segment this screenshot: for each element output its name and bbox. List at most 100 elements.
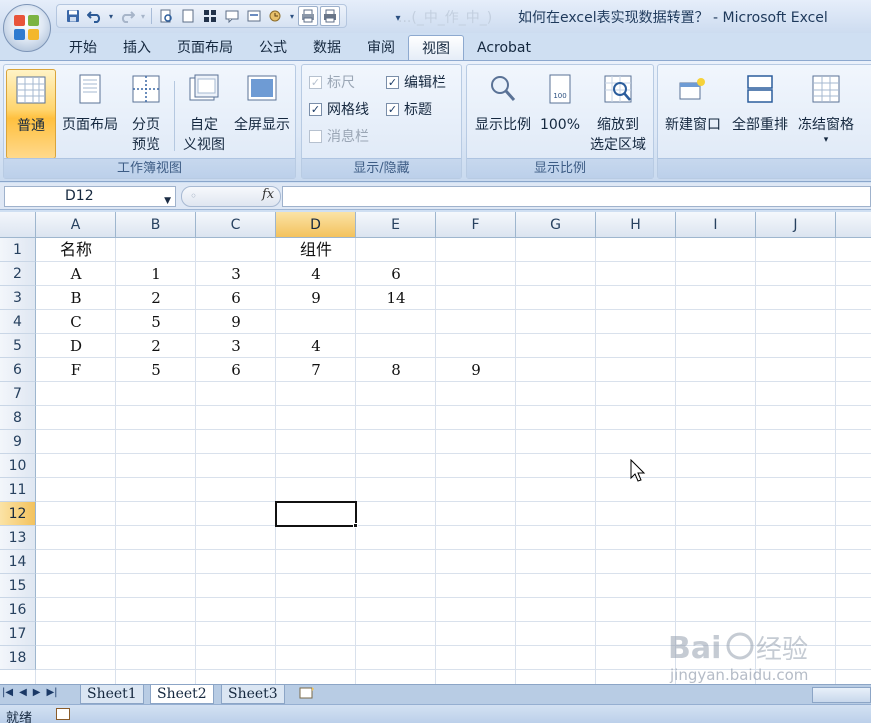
cell-d6[interactable]: 7 [276,358,356,382]
insert-sheet-icon[interactable] [296,686,318,703]
column-header-e[interactable]: E [356,212,436,238]
row-header-15[interactable]: 15 [0,574,36,598]
select-all-corner[interactable] [0,212,36,238]
row-header-5[interactable]: 5 [0,334,36,358]
new-icon[interactable] [178,6,198,26]
row-header-13[interactable]: 13 [0,526,36,550]
undo-icon[interactable] [85,6,105,26]
cell-f6[interactable]: 9 [436,358,516,382]
cell-d3[interactable]: 9 [276,286,356,310]
message-bar-checkbox[interactable]: 消息栏 [309,126,369,146]
cell-b4[interactable]: 5 [116,310,196,334]
tab-formulas[interactable]: 公式 [246,35,300,61]
cell-b5[interactable]: 2 [116,334,196,358]
cell-c5[interactable]: 3 [196,334,276,358]
row-header-6[interactable]: 6 [0,358,36,382]
headings-checkbox[interactable]: ✓ 标题 [386,99,432,119]
macro-icon[interactable] [266,6,286,26]
page-break-preview-button[interactable]: 分页 预览 [124,69,168,155]
row-header-3[interactable]: 3 [0,286,36,310]
redo-dropdown-icon[interactable]: ▾ [139,6,147,26]
column-header-j[interactable]: J [756,212,836,238]
formula-bar-checkbox[interactable]: ✓ 编辑栏 [386,72,446,92]
row-header-10[interactable]: 10 [0,454,36,478]
column-header-h[interactable]: H [596,212,676,238]
row-header-11[interactable]: 11 [0,478,36,502]
last-sheet-icon[interactable]: ▶| [46,687,57,698]
cell-b3[interactable]: 2 [116,286,196,310]
redo-icon[interactable] [117,6,137,26]
cell-c2[interactable]: 3 [196,262,276,286]
sheet-tab-sheet2[interactable]: Sheet2 [150,685,214,704]
row-header-14[interactable]: 14 [0,550,36,574]
prev-sheet-icon[interactable]: ◀ [19,687,27,698]
cell-a6[interactable]: F [36,358,116,382]
cell-b2[interactable]: 1 [116,262,196,286]
table-icon[interactable] [200,6,220,26]
row-header-4[interactable]: 4 [0,310,36,334]
cell-a3[interactable]: B [36,286,116,310]
row-header-2[interactable]: 2 [0,262,36,286]
row-header-16[interactable]: 16 [0,598,36,622]
full-screen-button[interactable]: 全屏显示 [230,69,294,135]
save-icon[interactable] [63,6,83,26]
cell-b6[interactable]: 5 [116,358,196,382]
gridlines-checkbox[interactable]: ✓ 网格线 [309,99,369,119]
sheet-tab-sheet1[interactable]: Sheet1 [80,685,144,704]
tab-review[interactable]: 审阅 [354,35,408,61]
fill-handle[interactable] [353,523,358,528]
freeze-panes-button[interactable]: 冻结窗格 ▾ [794,69,858,145]
column-header-g[interactable]: G [516,212,596,238]
row-header-7[interactable]: 7 [0,382,36,406]
column-header-d[interactable]: D [276,212,356,238]
tab-insert[interactable]: 插入 [110,35,164,61]
horizontal-scrollbar[interactable] [812,687,871,703]
cell-a4[interactable]: C [36,310,116,334]
cell-d1[interactable]: 组件 [116,238,516,262]
arrange-all-button[interactable]: 全部重排 [728,69,792,135]
cell-c6[interactable]: 6 [196,358,276,382]
tab-data[interactable]: 数据 [300,35,354,61]
zoom-button[interactable]: 显示比例 [471,69,535,135]
comment-icon[interactable] [222,6,242,26]
print-preview-icon[interactable] [156,6,176,26]
formula-input[interactable] [282,186,871,207]
custom-views-button[interactable]: 自定 义视图 [180,69,228,155]
normal-view-button[interactable]: 普通 [6,69,56,159]
row-header-8[interactable]: 8 [0,406,36,430]
cell-e3[interactable]: 14 [356,286,436,310]
next-sheet-icon[interactable]: ▶ [33,687,41,698]
cell-d5[interactable]: 4 [276,334,356,358]
macro-record-icon[interactable] [56,708,70,720]
cell-a5[interactable]: D [36,334,116,358]
chevron-down-icon[interactable]: ▼ [164,192,171,211]
cell-a2[interactable]: A [36,262,116,286]
tab-home[interactable]: 开始 [56,35,110,61]
insert-function-button[interactable]: fx [262,187,274,202]
column-header-partial[interactable] [836,212,871,238]
column-header-f[interactable]: F [436,212,516,238]
undo-dropdown-icon[interactable]: ▾ [107,6,115,26]
tab-acrobat[interactable]: Acrobat [464,35,544,61]
office-button[interactable] [3,4,51,52]
cell-c3[interactable]: 6 [196,286,276,310]
row-header-12[interactable]: 12 [0,502,36,526]
print-icon[interactable] [298,6,318,26]
sheet-tab-sheet3[interactable]: Sheet3 [221,685,285,704]
column-header-b[interactable]: B [116,212,196,238]
row-header-17[interactable]: 17 [0,622,36,646]
new-window-button[interactable]: 新建窗口 [660,69,726,135]
tab-view[interactable]: 视图 [408,35,464,61]
tab-page-layout[interactable]: 页面布局 [164,35,246,61]
cell-e6[interactable]: 8 [356,358,436,382]
spreadsheet-grid[interactable]: A B C D E F G H I J 1 2 3 4 5 6 7 8 9 10 11 12 13 14 15 16 17 18 名称组… [0,212,871,684]
name-box[interactable]: D12 ▼ [4,186,176,207]
row-header-18[interactable]: 18 [0,646,36,670]
column-header-c[interactable]: C [196,212,276,238]
form-icon[interactable] [244,6,264,26]
macro-dropdown-icon[interactable]: ▾ [288,6,296,26]
first-sheet-icon[interactable]: |◀ [2,687,13,698]
quick-print-icon[interactable] [320,6,340,26]
column-header-i[interactable]: I [676,212,756,238]
column-header-a[interactable]: A [36,212,116,238]
